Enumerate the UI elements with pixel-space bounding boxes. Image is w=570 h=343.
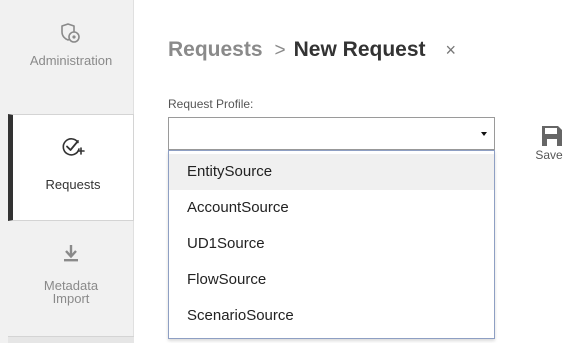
- dropdown-option[interactable]: UD1Source: [169, 226, 494, 262]
- sidebar-item-label: Metadata Import: [43, 278, 99, 306]
- sidebar-item-next: [8, 336, 134, 343]
- shield-settings-icon: [61, 23, 80, 43]
- save-button[interactable]: Save: [533, 126, 570, 162]
- floppy-disk-icon: [541, 126, 562, 146]
- check-plus-icon: [62, 138, 85, 156]
- dropdown-option[interactable]: AccountSource: [169, 190, 494, 226]
- sidebar-item-label: Administration: [29, 53, 113, 68]
- download-icon: [64, 245, 78, 262]
- close-icon[interactable]: ×: [446, 40, 457, 61]
- request-profile-dropdown: EntitySource AccountSource UD1Source Flo…: [168, 150, 495, 339]
- save-label: Save: [535, 148, 563, 162]
- breadcrumb-root[interactable]: Requests: [168, 38, 263, 62]
- request-profile-label: Request Profile:: [168, 97, 254, 111]
- sidebar-item-administration[interactable]: Administration: [8, 0, 134, 112]
- sidebar-item-metadata-import[interactable]: Metadata Import: [8, 224, 134, 336]
- page-title: New Request: [293, 38, 426, 61]
- sidebar: Administration Requests Metadata Import: [0, 0, 134, 343]
- dropdown-option[interactable]: FlowSource: [169, 262, 494, 298]
- chevron-down-icon: [481, 132, 487, 136]
- request-profile-select[interactable]: [168, 117, 495, 150]
- sidebar-item-requests[interactable]: Requests: [8, 114, 134, 221]
- dropdown-option[interactable]: ScenarioSource: [169, 298, 494, 334]
- breadcrumb-separator: >: [274, 40, 286, 61]
- dropdown-option[interactable]: EntitySource: [169, 154, 494, 190]
- sidebar-item-label: Requests: [45, 177, 101, 192]
- breadcrumb: Requests > New Request ×: [168, 38, 456, 62]
